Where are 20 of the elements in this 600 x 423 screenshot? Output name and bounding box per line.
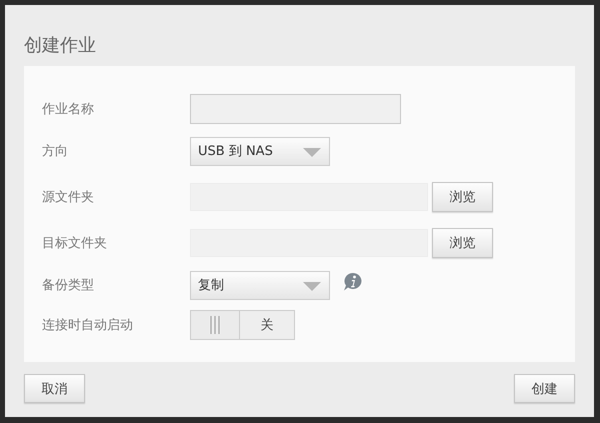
field-label: 备份类型 bbox=[42, 277, 95, 294]
name-input-field[interactable] bbox=[190, 94, 401, 124]
dropdown[interactable]: USB 到 NAS bbox=[190, 136, 330, 166]
field-label: 源文件夹 bbox=[42, 189, 95, 206]
cancel-button[interactable]: 取消 bbox=[24, 374, 85, 403]
field-label: 方向 bbox=[42, 143, 69, 160]
browse-button[interactable]: 浏览 bbox=[432, 182, 493, 212]
toggle-state-label: 关 bbox=[240, 311, 294, 339]
caret-icon bbox=[303, 282, 321, 291]
toggle-switch[interactable]: 关 bbox=[190, 310, 295, 340]
field-label: 连接时自动启动 bbox=[42, 317, 134, 334]
dialog-title: 创建作业 bbox=[24, 35, 97, 58]
browse-button[interactable]: 浏览 bbox=[432, 228, 493, 258]
caret-icon bbox=[303, 148, 321, 157]
grip-icon bbox=[191, 311, 240, 339]
field-label: 目标文件夹 bbox=[42, 235, 108, 252]
field-label: 作业名称 bbox=[42, 101, 95, 118]
dropdown[interactable]: 复制 bbox=[190, 270, 330, 300]
create-button[interactable]: 创建 bbox=[514, 374, 575, 403]
info-icon[interactable] bbox=[343, 272, 363, 292]
